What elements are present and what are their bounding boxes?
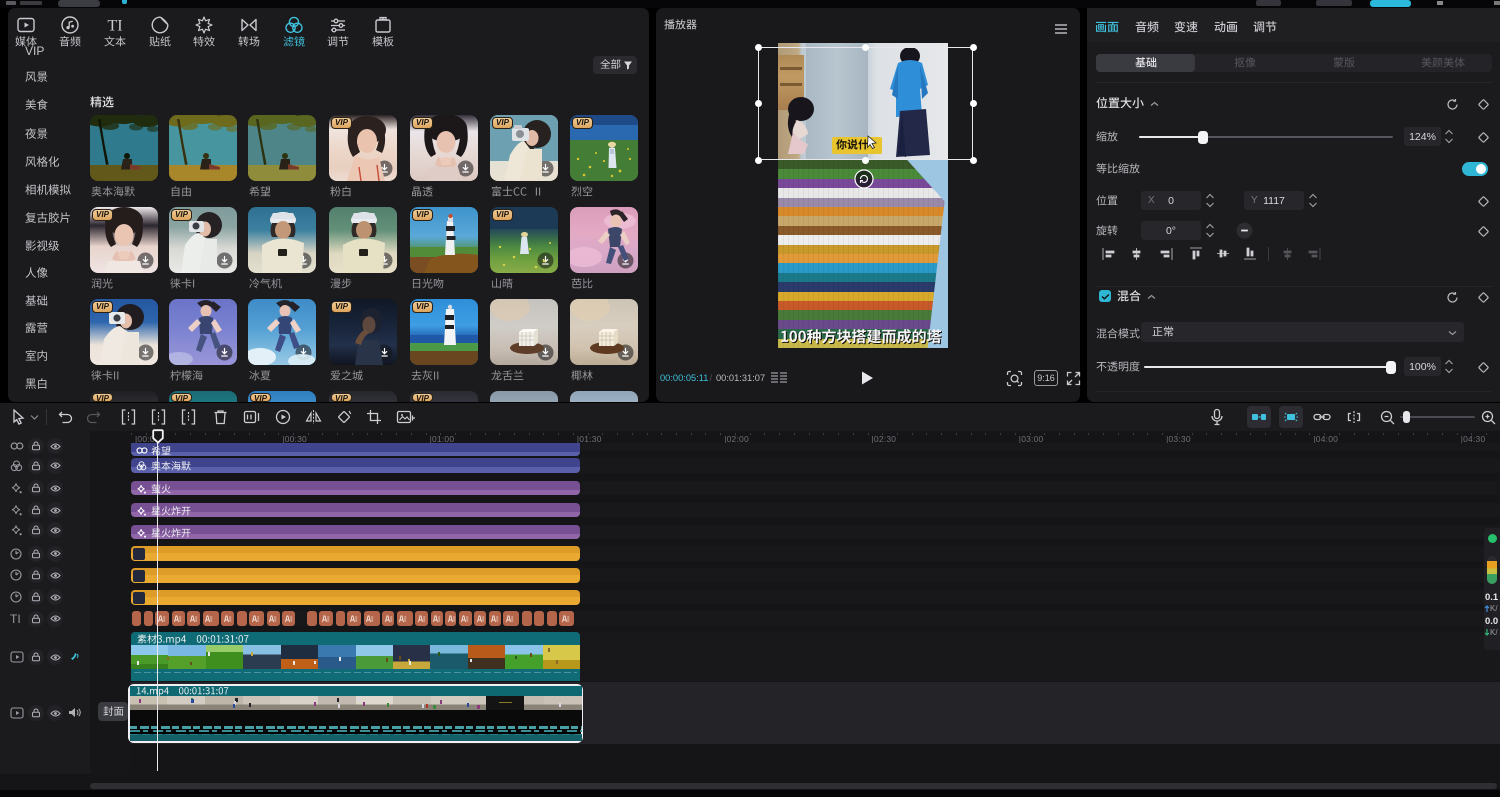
svg-text:TI: TI: [107, 18, 122, 35]
